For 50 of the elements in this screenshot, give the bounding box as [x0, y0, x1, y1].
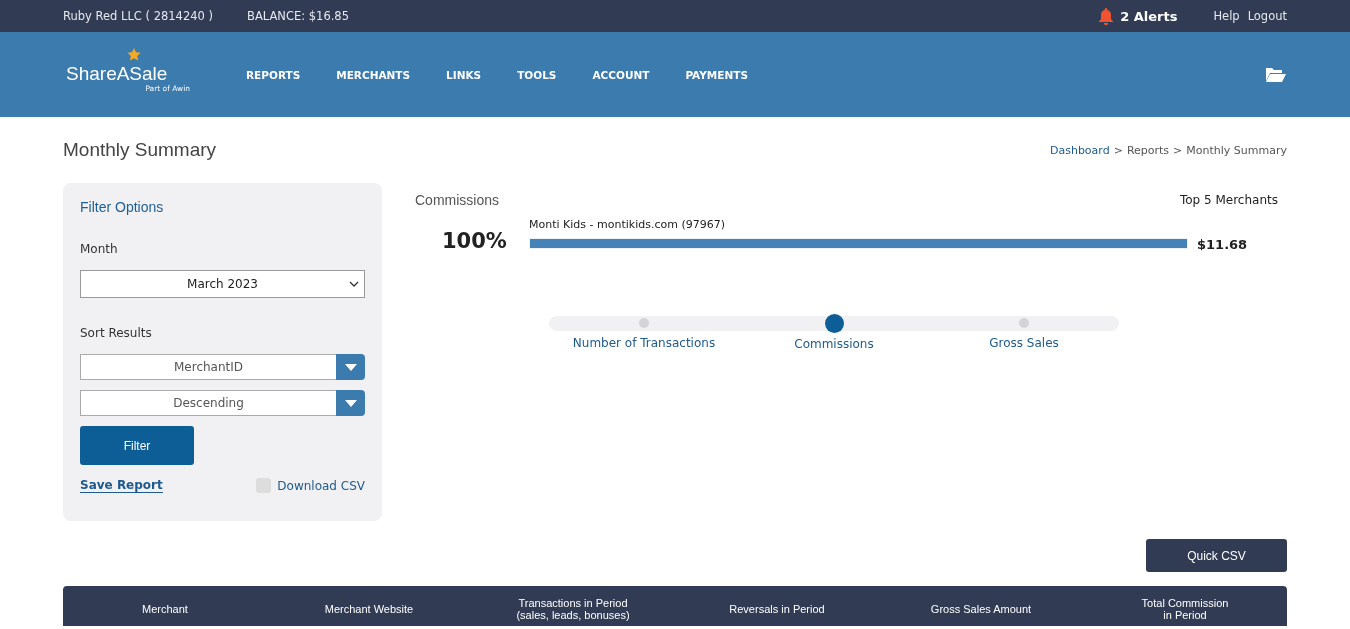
top-merchants-label: Top 5 Merchants	[1179, 193, 1278, 207]
nav-item[interactable]: REPORTS	[246, 68, 301, 81]
metric-option-dot[interactable]	[639, 318, 649, 328]
nav-item[interactable]: MERCHANTS	[336, 68, 411, 81]
panel-title: Filter Options	[80, 199, 165, 215]
page-title: Monthly Summary	[63, 139, 217, 161]
column-header[interactable]: Transactions in Period (sales, leads, bonuses)	[471, 597, 675, 621]
breadcrumb-item: Reports	[1126, 143, 1170, 157]
breadcrumb-item: Monthly Summary	[1186, 143, 1287, 157]
section-title: Commissions	[415, 192, 499, 208]
amount-value: $11.68	[1197, 237, 1248, 253]
column-header[interactable]: Merchant Website	[267, 597, 471, 621]
alerts-link[interactable]: 2 Alerts	[1097, 6, 1178, 26]
chevron-down-icon	[349, 281, 359, 287]
breadcrumb-link[interactable]: Dashboard	[1049, 143, 1110, 157]
filter-button[interactable]: Filter	[80, 426, 194, 465]
folder-icon[interactable]	[1265, 66, 1287, 83]
logo-text[interactable]: ShareASale	[66, 62, 168, 85]
dropdown-button[interactable]	[336, 390, 365, 416]
field-label: Month	[80, 242, 119, 256]
account-name: Ruby Red LLC ( 2814240 )	[63, 9, 214, 23]
breadcrumb-separator: >	[1173, 143, 1183, 157]
bell-icon	[1097, 6, 1116, 26]
column-header[interactable]: Total Commission in Period	[1083, 597, 1287, 621]
nav-item[interactable]: LINKS	[446, 68, 482, 81]
metric-option[interactable]: Commissions	[794, 337, 874, 351]
merchant-name: Monti Kids - montikids.com (97967)	[529, 218, 726, 231]
column-header[interactable]: Gross Sales Amount	[879, 597, 1083, 621]
save-report-link[interactable]: Save Report	[80, 478, 163, 493]
top-link[interactable]: Help	[1213, 9, 1240, 23]
download-csv-label[interactable]: Download CSV	[277, 478, 365, 493]
metric-option[interactable]: Gross Sales	[989, 336, 1059, 350]
column-header[interactable]: Merchant	[63, 597, 267, 621]
field-label: Sort Results	[80, 326, 153, 340]
star-icon	[127, 47, 141, 61]
quick-csv-button[interactable]: Quick CSV	[1146, 539, 1287, 572]
nav-item[interactable]: ACCOUNT	[592, 68, 650, 81]
percent-value: 100%	[441, 229, 508, 253]
balance: BALANCE: $16.85	[247, 9, 349, 23]
column-header[interactable]: Reversals in Period	[675, 597, 879, 621]
metric-option-dot[interactable]	[1019, 318, 1029, 328]
caret-down-icon	[344, 399, 357, 407]
caret-down-icon	[344, 363, 357, 371]
metric-option[interactable]: Number of Transactions	[572, 336, 716, 350]
breadcrumb-separator: >	[1113, 143, 1123, 157]
top-link[interactable]: Logout	[1247, 9, 1287, 23]
nav-item[interactable]: TOOLS	[517, 68, 557, 81]
dropdown-button[interactable]	[336, 354, 365, 380]
nav-item[interactable]: PAYMENTS	[685, 68, 748, 81]
month-select[interactable]: March 2023	[80, 270, 365, 298]
